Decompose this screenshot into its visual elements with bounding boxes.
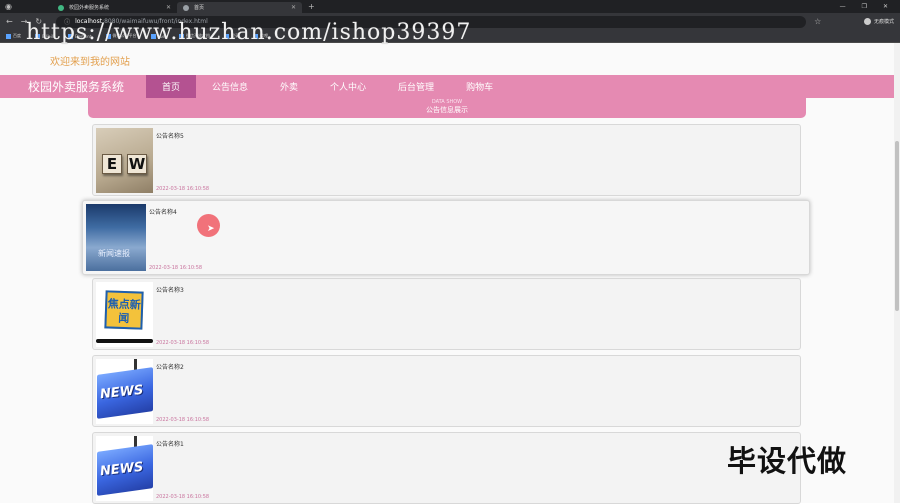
news-badge-icon: 焦点新闻 <box>104 290 144 330</box>
browser-tab-home[interactable]: 首页 ✕ <box>176 2 302 13</box>
bookmark-item[interactable]: 百度 <box>6 33 21 39</box>
notice-title: 公告名称4 <box>149 209 177 216</box>
nav-admin[interactable]: 后台管理 <box>382 75 450 98</box>
browser-tab-label: 首页 <box>193 5 204 11</box>
watermark-corner: 毕设代做 <box>727 444 848 478</box>
page-scrollbar[interactable] <box>894 43 900 503</box>
nav-cart[interactable]: 购物车 <box>450 75 509 98</box>
main-navbar: 校园外卖服务系统 首页 公告信息 外卖 个人中心 后台管理 购物车 <box>0 75 900 98</box>
vue-favicon-icon <box>57 4 64 11</box>
watermark-url: https://www.huzhan.com/ishop39397 <box>26 20 472 45</box>
minimize-icon[interactable]: — <box>840 3 846 10</box>
notice-time: 2022-03-18 16:10:58 <box>156 340 210 346</box>
page-content: 欢迎来到我的网站 校园外卖服务系统 首页 公告信息 外卖 个人中心 后台管理 购… <box>0 43 900 504</box>
welcome-text: 欢迎来到我的网站 <box>50 57 130 68</box>
notice-title: 公告名称2 <box>156 364 184 371</box>
close-icon[interactable]: ✕ <box>166 4 171 11</box>
notice-card[interactable]: 新闻速报 公告名称4 2022-03-18 16:10:58 <box>82 200 810 275</box>
new-tab-icon[interactable]: + <box>308 2 315 11</box>
maximize-icon[interactable]: ❐ <box>862 3 867 10</box>
browser-menu-icon[interactable]: ◉ <box>5 2 12 11</box>
notice-card[interactable]: 焦点新闻 公告名称3 2022-03-18 16:10:58 <box>92 278 801 350</box>
close-window-icon[interactable]: ✕ <box>883 3 888 10</box>
notice-time: 2022-03-18 16:10:58 <box>156 417 210 423</box>
section-title: 公告信息展示 <box>426 106 468 114</box>
incognito-indicator[interactable]: 无痕模式 <box>863 18 894 25</box>
section-banner: DATA SHOW 公告信息展示 <box>88 98 806 118</box>
letter-tile: E <box>102 154 122 174</box>
notice-time: 2022-03-18 16:10:58 <box>149 265 203 271</box>
notice-title: 公告名称3 <box>156 287 184 294</box>
notice-title: 公告名称1 <box>156 441 184 448</box>
notice-card[interactable]: NEWS 公告名称1 2022-03-18 16:10:58 <box>92 432 801 504</box>
section-title-en: DATA SHOW <box>431 99 463 105</box>
incognito-label: 无痕模式 <box>873 19 894 25</box>
globe-favicon-icon <box>182 4 189 11</box>
nav-profile[interactable]: 个人中心 <box>314 75 382 98</box>
notice-thumbnail: 新闻速报 <box>86 204 146 271</box>
close-icon[interactable]: ✕ <box>291 4 296 11</box>
notice-card[interactable]: E W 公告名称5 2022-03-18 16:10:58 <box>92 124 801 196</box>
scrollbar-thumb[interactable] <box>895 141 899 311</box>
browser-tab-label: 校园外卖服务系统 <box>68 5 109 11</box>
notice-thumbnail: 焦点新闻 <box>96 282 153 347</box>
notice-card[interactable]: NEWS 公告名称2 2022-03-18 16:10:58 <box>92 355 801 427</box>
notice-thumbnail: NEWS <box>96 359 153 424</box>
notice-thumbnail: NEWS <box>96 436 153 501</box>
notice-title: 公告名称5 <box>156 133 184 140</box>
back-icon[interactable]: ← <box>6 17 13 26</box>
thumbnail-caption: 新闻速报 <box>98 249 130 258</box>
site-brand[interactable]: 校园外卖服务系统 <box>28 78 146 95</box>
browser-tab-system[interactable]: 校园外卖服务系统 ✕ <box>52 2 177 13</box>
nav-home[interactable]: 首页 <box>146 75 196 98</box>
notice-time: 2022-03-18 16:10:58 <box>156 494 210 500</box>
nav-notices[interactable]: 公告信息 <box>196 75 264 98</box>
incognito-icon <box>863 18 871 25</box>
window-controls: — ❐ ✕ <box>840 3 900 10</box>
notice-thumbnail: E W <box>96 128 153 193</box>
browser-tab-strip: ◉ 校园外卖服务系统 ✕ 首页 ✕ + — ❐ ✕ <box>0 0 900 13</box>
star-icon[interactable]: ☆ <box>814 17 821 26</box>
nav-takeout[interactable]: 外卖 <box>264 75 314 98</box>
notice-time: 2022-03-18 16:10:58 <box>156 186 210 192</box>
bookmark-icon <box>6 33 11 39</box>
divider <box>96 339 153 343</box>
cursor-icon: ➤ <box>207 224 215 234</box>
letter-tile: W <box>127 154 147 174</box>
